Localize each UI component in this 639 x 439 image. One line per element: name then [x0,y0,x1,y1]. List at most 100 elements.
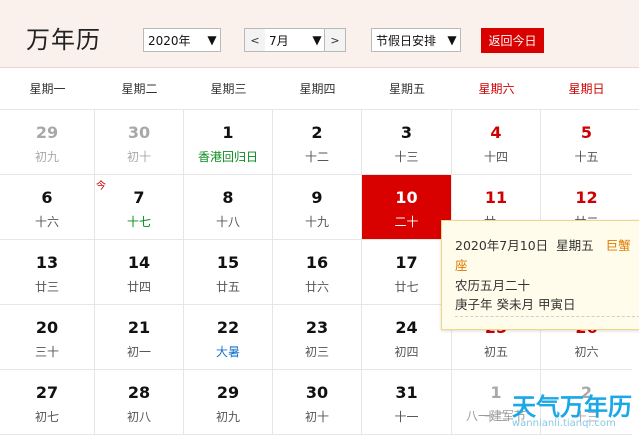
tooltip-divider [455,316,639,317]
day-number: 10 [395,188,418,207]
lunar-label: 初十 [126,150,151,164]
day-number: 6 [41,188,53,207]
day-number: 27 [35,383,59,402]
day-number: 24 [395,318,418,337]
back-to-today-button[interactable]: 返回今日 [481,28,544,53]
day-cell[interactable]: 23 初三 [273,305,362,370]
lunar-label: 十九 [304,215,329,229]
day-number: 23 [305,318,329,337]
day-cell[interactable]: 6 十六 [0,175,95,240]
day-number: 9 [311,188,323,207]
lunar-label: 初一 [126,345,151,359]
lunar-label: 初九 [34,150,59,164]
day-number: 15 [216,253,240,272]
day-cell-selected[interactable]: 10 二十 [362,175,452,240]
tooltip-date-line: 2020年7月10日 星期五 巨蟹 [455,235,631,254]
watermark-brand: 天气万年历 [512,393,632,421]
day-cell[interactable]: 16 廿六 [273,240,362,305]
weekday-sat: 星期六 [478,82,515,96]
day-number: 20 [35,318,59,337]
tooltip-weekday: 星期五 [556,238,594,253]
day-cell[interactable]: 5 十五 [541,110,632,175]
day-cell[interactable]: 13 廿三 [0,240,95,305]
prev-month-button[interactable]: < [244,28,266,52]
day-number: 29 [35,123,59,142]
day-cell[interactable]: 8 十八 [184,175,273,240]
lunar-label: 初七 [34,410,59,424]
weekday-fri: 星期五 [388,82,425,96]
day-cell[interactable]: 30 初十 [95,110,184,175]
day-number: 13 [35,253,59,272]
holiday-select[interactable]: 节假日安排 ▼ [371,28,461,52]
chevron-down-icon: ▼ [312,33,322,47]
day-cell[interactable]: 20 三十 [0,305,95,370]
tooltip-lunar-date: 农历五月二十 [455,278,531,293]
weekday-wed: 星期三 [210,82,247,96]
day-cell[interactable]: 27 初七 [0,370,95,435]
day-number: 22 [216,318,240,337]
weekday-sun: 星期日 [568,82,605,96]
day-number: 7 [133,188,145,207]
day-cell[interactable]: 31 十一 [362,370,452,435]
lunar-label: 初八 [126,410,151,424]
day-number: 11 [484,188,508,207]
lunar-label: 十三 [394,150,419,164]
day-cell[interactable]: 1 香港回归日 [184,110,273,175]
day-cell[interactable]: 17 廿七 [362,240,452,305]
day-cell[interactable]: 24 初四 [362,305,452,370]
day-cell[interactable]: 3 十三 [362,110,452,175]
day-cell[interactable]: 4 十四 [452,110,541,175]
month-select-value: 7月 [269,33,289,48]
year-select[interactable]: 2020年 ▼ [143,28,221,52]
lunar-label: 十二 [304,150,329,164]
day-cell[interactable]: 14 廿四 [95,240,184,305]
day-cell[interactable]: 29 初九 [0,110,95,175]
lunar-label: 十一 [394,410,419,424]
day-cell[interactable]: 15 廿五 [184,240,273,305]
lunar-label: 十八 [215,215,240,229]
lunar-label: 初五 [483,345,508,359]
day-number: 8 [222,188,234,207]
lunar-label: 十四 [483,150,508,164]
lunar-label: 廿六 [304,280,329,294]
lunar-label: 初三 [304,345,329,359]
watermark: 八一建军节 天气万年历 wannianli.tianqi.com [466,385,639,439]
lunar-label: 廿五 [215,280,240,294]
day-number: 21 [127,318,151,337]
lunar-label: 廿四 [126,280,151,294]
lunar-label: 十七 [126,215,151,229]
day-cell[interactable]: 28 初八 [95,370,184,435]
day-cell[interactable]: 30 初十 [273,370,362,435]
lunar-label: 十五 [574,150,599,164]
lunar-label: 香港回归日 [197,150,258,164]
chevron-down-icon: ▼ [447,33,457,47]
day-cell[interactable]: 22 大暑 [184,305,273,370]
watermark-url: wannianli.tianqi.com [512,418,616,429]
weekday-tue: 星期二 [121,82,158,96]
day-number: 28 [127,383,151,402]
weekday-header: 星期一 星期二 星期三 星期四 星期五 星期六 星期日 [0,68,639,110]
lunar-label: 初九 [215,410,240,424]
day-cell[interactable]: 29 初九 [184,370,273,435]
tooltip-zodiac-suffix: 座 [455,258,468,273]
day-number: 3 [400,123,413,142]
day-number: 1 [222,123,234,142]
day-number: 5 [580,123,593,142]
day-cell[interactable]: 2 十二 [273,110,362,175]
lunar-label: 初四 [394,345,419,359]
next-month-button[interactable]: > [324,28,346,52]
day-cell[interactable]: 今 7 十七 [95,175,184,240]
app-title: 万年历 [26,26,101,54]
month-select[interactable]: 7月 ▼ [265,28,325,52]
year-select-value: 2020年 [148,33,191,48]
day-number: 12 [575,188,598,207]
lunar-label: 大暑 [215,345,240,359]
lunar-label: 廿七 [394,280,419,294]
day-number: 31 [395,383,418,402]
day-cell[interactable]: 9 十九 [273,175,362,240]
day-cell[interactable]: 21 初一 [95,305,184,370]
weekday-thu: 星期四 [299,82,336,96]
day-number: 2 [311,123,323,142]
day-number: 17 [395,253,418,272]
tooltip-zodiac: 巨蟹 [605,238,631,253]
